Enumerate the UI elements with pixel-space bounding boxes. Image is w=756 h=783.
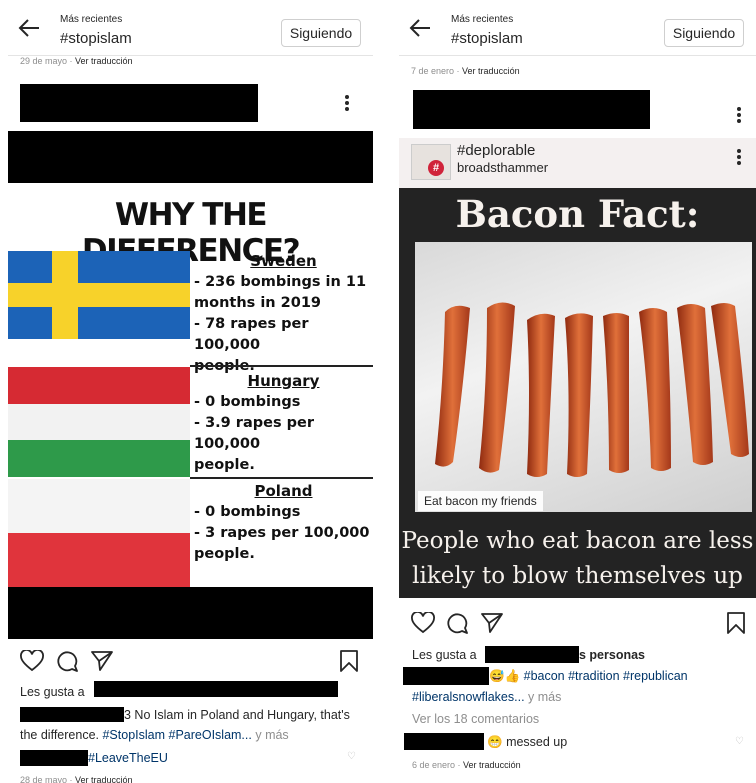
- post-date: 29 de mayo: [20, 56, 68, 66]
- sweden-flag: [8, 251, 190, 339]
- caption-hashtags[interactable]: #bacon #tradition #republican: [524, 669, 688, 683]
- more-link[interactable]: y más: [255, 728, 288, 742]
- header-subtitle: Más recientes: [451, 14, 514, 25]
- see-translation-link[interactable]: Ver traducción: [462, 66, 520, 76]
- redacted-likers: [485, 646, 579, 663]
- hungary-stats: Hungary - 0 bombings - 3.9 rapes per 100…: [194, 371, 373, 476]
- comment-icon[interactable]: [446, 612, 468, 639]
- redacted-likers: [94, 681, 338, 697]
- stat-line: - 236 bombings in 11: [194, 274, 367, 290]
- header-subtitle: Más recientes: [60, 14, 123, 25]
- hashtag-header: Más recientes #stopislam Siguiendo: [8, 0, 373, 56]
- caption-line-3[interactable]: #LeaveTheEU: [88, 751, 168, 765]
- redacted-username: [20, 84, 258, 122]
- stat-line: - 78 rapes per 100,000: [194, 316, 309, 353]
- more-options-icon[interactable]: [736, 106, 742, 130]
- bacon-meme: Bacon Fact: Eat bacon my friends People …: [399, 188, 756, 598]
- comment-date-line: 6 de enero · Ver traducción: [412, 760, 521, 770]
- redacted-commenter: [403, 667, 489, 685]
- back-arrow-icon[interactable]: [18, 18, 40, 41]
- see-translation-link[interactable]: Ver traducción: [75, 56, 133, 66]
- bookmark-icon[interactable]: [727, 612, 745, 639]
- stat-line: people.: [194, 457, 255, 473]
- embedded-post-header: # #deplorable broadsthammer: [399, 138, 756, 188]
- redacted-text: [20, 750, 88, 766]
- embedded-title: #deplorable: [457, 142, 536, 159]
- post-date-line: 7 de enero · Ver traducción: [411, 66, 520, 76]
- stat-line: people.: [194, 546, 255, 562]
- next-post-date-line: 28 de mayo · Ver traducción: [20, 775, 133, 783]
- share-icon[interactable]: [91, 650, 113, 677]
- post-image: WHY THE DIFFERENCE? Sweden - 236 bombing…: [8, 131, 373, 639]
- hungary-flag: [8, 367, 190, 477]
- right-screenshot: Más recientes #stopislam Siguiendo 7 de …: [399, 0, 756, 783]
- comment-icon[interactable]: [56, 650, 78, 677]
- share-icon[interactable]: [481, 612, 503, 639]
- more-options-icon[interactable]: [344, 94, 350, 118]
- hashtag-title: #stopislam: [451, 30, 523, 47]
- caption-line-2: the difference. #StopIslam #PareOIslam..…: [20, 728, 289, 742]
- post-image: # #deplorable broadsthammer Bacon Fact:: [399, 138, 756, 598]
- hashtag-header: Más recientes #stopislam Siguiendo: [399, 0, 756, 56]
- left-screenshot: Más recientes #stopislam Siguiendo 29 de…: [8, 0, 373, 783]
- more-options-icon: [736, 148, 742, 172]
- post-date-line: 29 de mayo · Ver traducción: [20, 56, 133, 66]
- view-comments-link[interactable]: Ver los 18 comentarios: [412, 712, 539, 726]
- heart-icon[interactable]: [20, 649, 44, 677]
- likes-prefix: Les gusta a: [20, 685, 85, 699]
- comment-like-icon[interactable]: ♡: [347, 751, 356, 762]
- meme-caption-line-1: People who eat bacon are less: [401, 528, 754, 554]
- bacon-photo: [415, 242, 752, 512]
- stat-line: months in 2019: [194, 295, 322, 311]
- panel-gap: [373, 0, 399, 783]
- stat-line: - 3 rapes per 100,000: [194, 525, 370, 541]
- likes-line: Les gusta a: [20, 685, 85, 699]
- caption-line-1: 3 No Islam in Poland and Hungary, that's: [124, 708, 350, 722]
- following-button[interactable]: Siguiendo: [664, 19, 744, 47]
- country-name: Sweden: [250, 252, 317, 270]
- comment-like-icon[interactable]: ♡: [735, 736, 744, 747]
- sweden-stats: Sweden - 236 bombings in 11 months in 20…: [194, 251, 373, 377]
- redacted-commenter: [20, 707, 124, 722]
- embedded-account: broadsthammer: [457, 160, 549, 175]
- likes-prefix: Les gusta a: [412, 648, 477, 662]
- poland-flag: [8, 479, 190, 587]
- hashtag-badge-icon: #: [428, 160, 444, 176]
- caption-line-2: #liberalsnowflakes... y más: [412, 690, 562, 704]
- meme-headline: Bacon Fact:: [455, 192, 700, 236]
- post-date: 7 de enero: [411, 66, 455, 76]
- following-button[interactable]: Siguiendo: [281, 19, 361, 47]
- caption-line-1: 😅👍 #bacon #tradition #republican: [489, 669, 688, 684]
- stat-line: - 0 bombings: [194, 504, 301, 520]
- stat-line: - 0 bombings: [194, 394, 301, 410]
- divider: [190, 365, 373, 367]
- heart-icon[interactable]: [411, 611, 435, 639]
- country-name: Poland: [254, 482, 313, 500]
- divider: [190, 477, 373, 479]
- comment-text: 😁 messed up: [487, 735, 568, 749]
- more-link[interactable]: y más: [528, 690, 561, 704]
- redacted-username: [413, 90, 650, 129]
- hashtag-title: #stopislam: [60, 30, 132, 47]
- meme-caption-line-2: likely to blow themselves up: [412, 563, 743, 589]
- back-arrow-icon[interactable]: [409, 18, 431, 41]
- stat-line: - 3.9 rapes per 100,000: [194, 415, 314, 452]
- photo-tag: Eat bacon my friends: [418, 491, 543, 511]
- likes-suffix[interactable]: s personas: [579, 648, 645, 662]
- redacted-commenter: [404, 733, 484, 750]
- poland-stats: Poland - 0 bombings - 3 rapes per 100,00…: [194, 481, 373, 565]
- country-name: Hungary: [247, 372, 320, 390]
- caption-hashtags[interactable]: #StopIslam #PareOIslam...: [102, 728, 251, 742]
- bookmark-icon[interactable]: [340, 650, 358, 677]
- caption-emoji: 😅👍: [489, 669, 521, 683]
